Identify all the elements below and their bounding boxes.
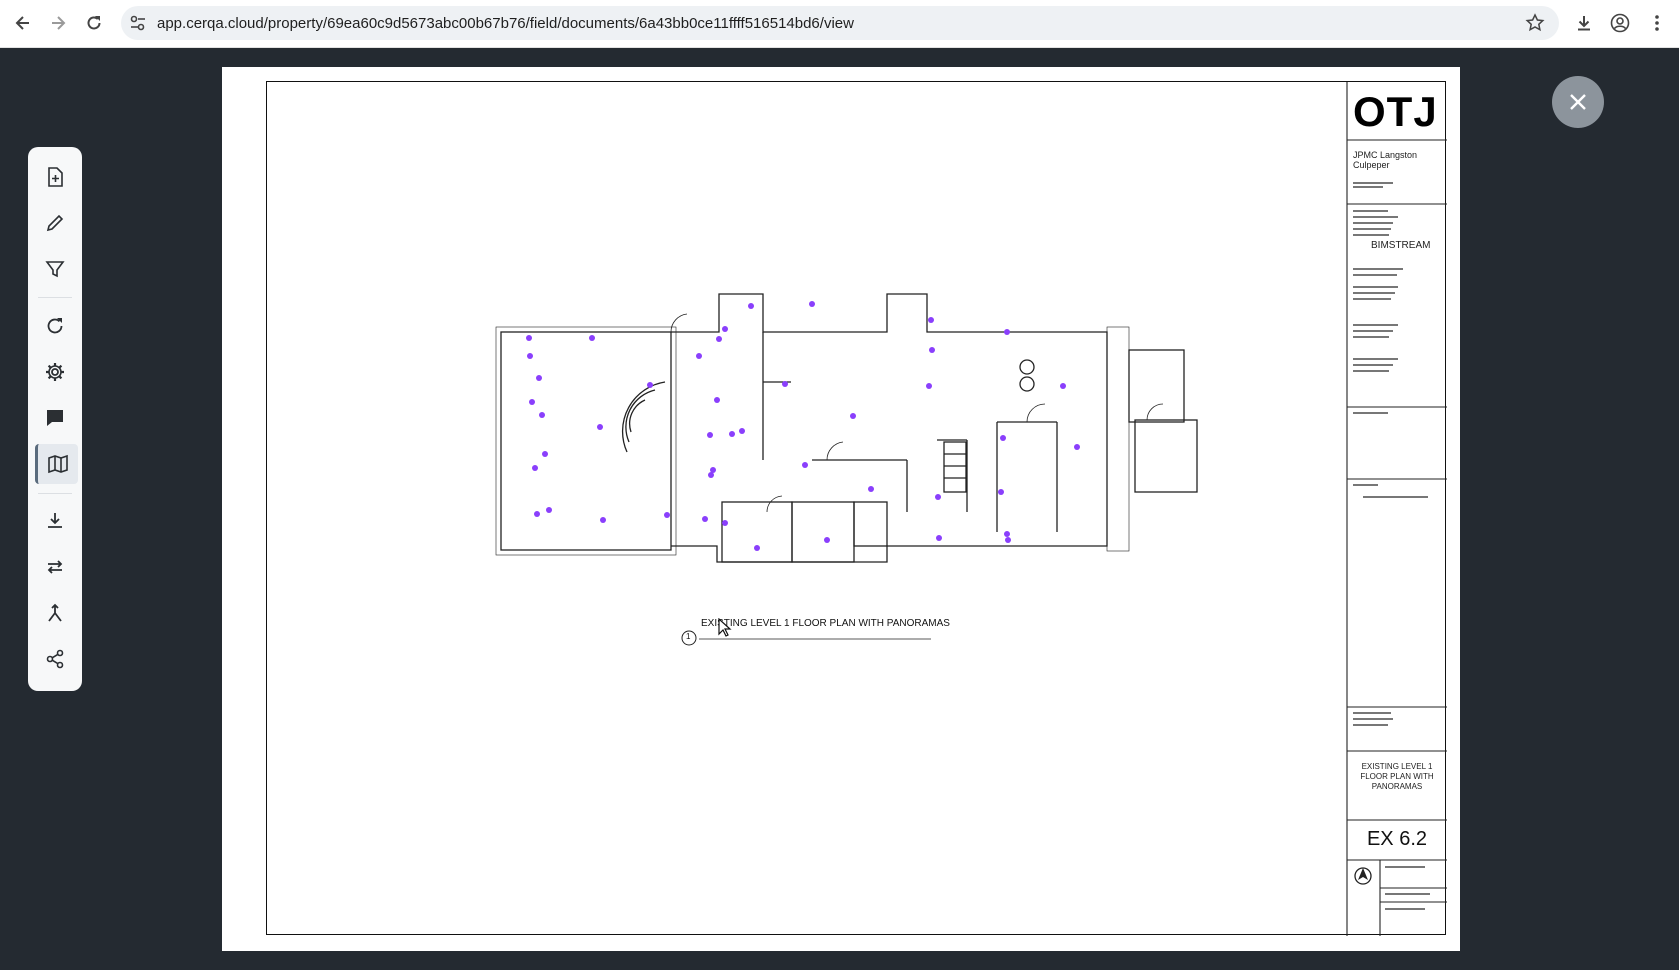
filter-button[interactable] — [35, 249, 75, 289]
logo: OTJ — [1353, 88, 1438, 135]
download-icon — [48, 513, 62, 528]
download-icon[interactable] — [1571, 10, 1597, 36]
plan-title: EXISTING LEVEL 1 FLOOR PLAN WITH PANORAM… — [701, 618, 950, 629]
share-icon — [46, 649, 64, 669]
reload-icon[interactable] — [81, 10, 107, 36]
consultant-brand: BIMSTREAM — [1371, 240, 1431, 251]
sheet-title-line3: PANORAMAS — [1371, 782, 1423, 791]
refresh-icon — [47, 318, 63, 334]
download-button[interactable] — [35, 501, 75, 541]
toolbar-divider — [38, 297, 72, 298]
swap-button[interactable] — [35, 547, 75, 587]
project-name: JPMC Langston Culpeper — [1353, 150, 1417, 170]
address-bar[interactable]: app.cerqa.cloud/property/69ea60c9d5673ab… — [121, 6, 1559, 40]
menu-dots-icon[interactable] — [1644, 10, 1670, 36]
document-viewer[interactable]: OTJ JPMC Langston Culpeper BIMSTREAM EXI… — [222, 67, 1460, 951]
url-text[interactable]: app.cerqa.cloud/property/69ea60c9d5673ab… — [157, 15, 854, 32]
sheet-number: EX 6.2 — [1366, 828, 1428, 850]
title-block-fine-text — [1353, 182, 1430, 910]
settings-gear-icon — [46, 363, 64, 381]
add-document-icon — [48, 167, 63, 187]
forward-arrow-icon[interactable] — [45, 10, 71, 36]
project-name-line1: JPMC Langston — [1353, 150, 1418, 160]
sheet-title-line1: EXISTING LEVEL 1 — [1361, 762, 1433, 771]
share-button[interactable] — [35, 639, 75, 679]
merge-icon — [48, 603, 62, 622]
sheet-title: EXISTING LEVEL 1 FLOOR PLAN WITH PANORAM… — [1349, 762, 1445, 792]
toolbar-divider — [38, 493, 72, 494]
map-icon — [48, 454, 68, 474]
merge-button[interactable] — [35, 593, 75, 633]
add-document-button[interactable] — [35, 157, 75, 197]
filter-icon — [45, 261, 65, 278]
annotate-button[interactable] — [35, 203, 75, 243]
back-arrow-icon[interactable] — [10, 10, 36, 36]
map-button[interactable] — [35, 444, 78, 484]
refresh-button[interactable] — [35, 306, 75, 346]
comments-button[interactable] — [35, 398, 75, 438]
browser-toolbar: app.cerqa.cloud/property/69ea60c9d5673ab… — [0, 0, 1679, 48]
floor-plan-drawing — [495, 82, 1447, 936]
close-button[interactable] — [1552, 76, 1604, 128]
site-settings-icon[interactable] — [129, 14, 147, 37]
drawing-sheet: OTJ JPMC Langston Culpeper BIMSTREAM EXI… — [266, 81, 1447, 936]
close-icon — [1570, 94, 1586, 110]
sheet-title-line2: FLOOR PLAN WITH — [1360, 772, 1434, 781]
mouse-cursor-icon — [718, 617, 732, 643]
profile-icon[interactable] — [1607, 10, 1633, 36]
pencil-icon — [46, 214, 64, 232]
bookmark-star-icon[interactable] — [1525, 13, 1545, 38]
comment-icon — [47, 410, 63, 426]
swap-icon — [47, 560, 63, 574]
plan-number: 1 — [686, 632, 691, 641]
north-arrow-icon — [1354, 867, 1372, 885]
left-toolbar — [28, 147, 82, 691]
settings-button[interactable] — [35, 352, 75, 392]
project-name-line2: Culpeper — [1353, 160, 1390, 170]
